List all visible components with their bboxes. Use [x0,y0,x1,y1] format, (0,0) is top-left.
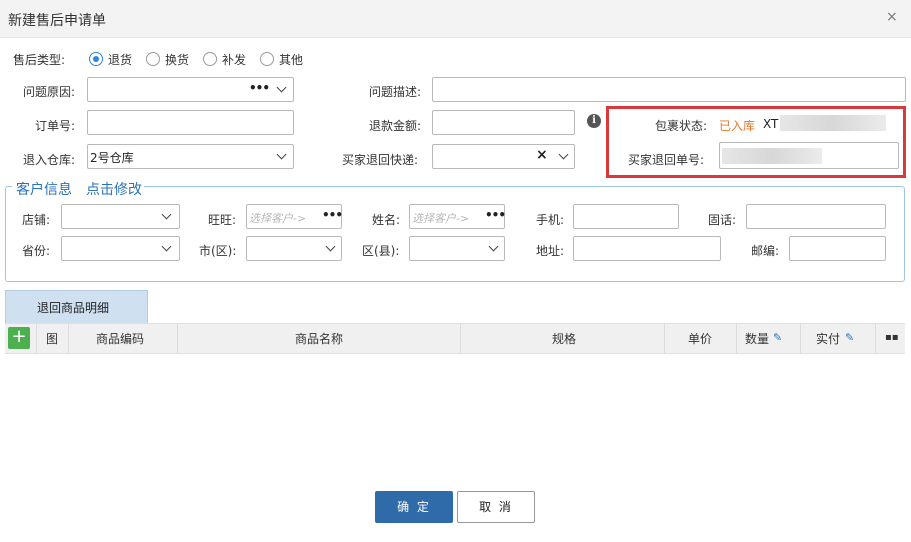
edit-pencil-icon[interactable]: ✎ [773,331,782,344]
more-icon[interactable]: ••• [322,208,343,222]
mobile-input[interactable] [573,204,679,229]
column-divider [460,323,461,354]
zip-label: 邮编: [751,244,780,258]
col-name: 商品名称 [295,332,344,346]
phone-input[interactable] [746,204,886,229]
name-select[interactable]: 选择客户-> ••• [409,204,506,229]
column-divider [736,323,737,354]
edit-customer-link[interactable]: 点击修改 [86,179,142,199]
radio-reissue[interactable] [203,52,217,66]
column-divider [664,323,665,354]
dialog-titlebar [0,0,911,38]
col-price: 单价 [688,332,713,346]
chevron-down-icon [161,241,172,252]
refund-input[interactable] [432,110,575,135]
reason-label: 问题原因: [23,85,76,99]
chevron-down-icon [558,149,569,160]
chevron-down-icon [488,241,499,252]
dialog-title: 新建售后申请单 [8,13,106,29]
district-label: 区(县): [362,244,400,258]
mobile-label: 手机: [536,213,565,227]
desc-input[interactable] [432,77,906,102]
chevron-down-icon [276,82,287,93]
clear-icon[interactable]: × [536,147,548,163]
cancel-button[interactable]: 取 消 [457,491,535,523]
province-select[interactable] [61,236,180,261]
chevron-down-icon [325,241,336,252]
express-label: 买家退回快递: [342,153,419,167]
wangwang-select[interactable]: 选择客户-> ••• [246,204,343,229]
name-label: 姓名: [372,213,401,227]
refund-label: 退款金额: [369,119,422,133]
order-label: 订单号: [35,119,76,133]
phone-label: 固话: [708,213,737,227]
column-divider [36,323,37,354]
info-icon[interactable]: i [587,114,601,128]
edit-pencil-icon[interactable]: ✎ [845,331,854,344]
column-divider [68,323,69,354]
address-label: 地址: [536,244,565,258]
radio-return[interactable] [89,52,103,66]
wangwang-placeholder: 选择客户-> [249,212,307,225]
warehouse-value: 2号仓库 [90,151,134,165]
ok-button[interactable]: 确 定 [375,491,453,523]
city-label: 市(区): [199,244,237,258]
wangwang-label: 旺旺: [208,213,237,227]
province-label: 省份: [22,244,51,258]
close-icon[interactable]: × [886,9,898,25]
col-image: 图 [46,332,59,346]
radio-exchange-label: 换货 [165,53,190,67]
column-divider [177,323,178,354]
chevron-down-icon [276,149,287,160]
express-select[interactable]: × [432,144,575,169]
desc-label: 问题描述: [369,85,422,99]
radio-other[interactable] [260,52,274,66]
highlight-box [606,106,906,178]
col-paid: 实付 [816,332,841,346]
radio-other-label: 其他 [279,53,304,67]
column-divider [800,323,801,354]
warehouse-select[interactable]: 2号仓库 [87,144,294,169]
reason-select[interactable]: ••• [87,77,294,102]
column-divider [875,323,876,354]
more-icon[interactable]: ••• [485,208,506,222]
shop-label: 店铺: [22,213,51,227]
customer-legend: 客户信息 [16,182,72,198]
name-placeholder: 选择客户-> [412,212,470,225]
type-label: 售后类型: [13,53,66,67]
col-code: 商品编码 [96,332,145,346]
customer-fieldset [5,186,905,282]
chevron-down-icon [161,209,172,220]
order-input[interactable] [87,110,294,135]
col-spec: 规格 [552,332,577,346]
col-qty: 数量 [745,332,770,346]
more-icon[interactable]: ••• [249,81,270,95]
warehouse-label: 退入仓库: [23,153,76,167]
tab-returned-goods-label: 退回商品明细 [37,301,110,315]
radio-return-label: 退货 [108,53,133,67]
district-select[interactable] [409,236,505,261]
shop-select[interactable] [61,204,180,229]
add-item-button[interactable]: + [8,327,30,349]
column-settings-icon[interactable]: ▪▪ [885,332,899,343]
radio-exchange[interactable] [146,52,160,66]
city-select[interactable] [246,236,342,261]
address-input[interactable] [573,236,721,261]
radio-reissue-label: 补发 [222,53,247,67]
zip-input[interactable] [789,236,886,261]
